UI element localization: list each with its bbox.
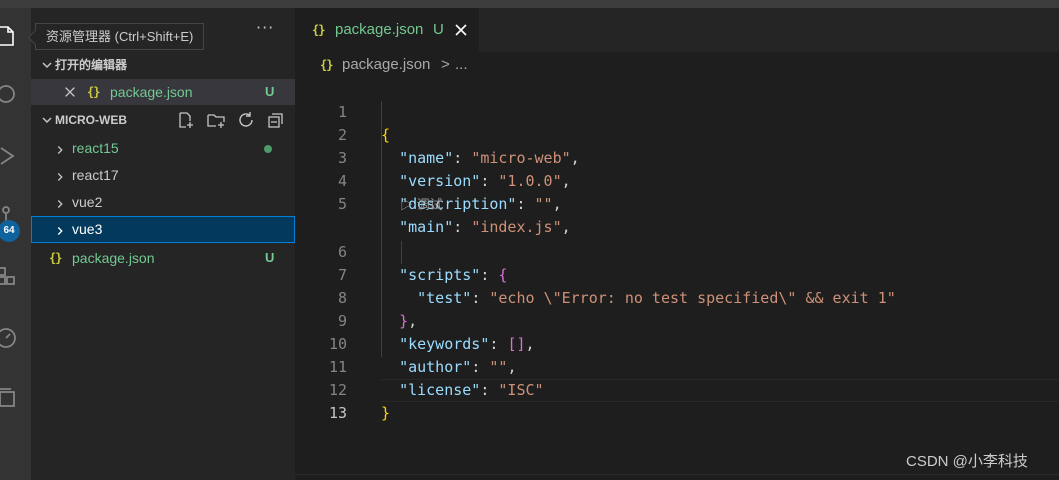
open-editor-label: package.json — [110, 84, 193, 100]
codelens-label: 调试 — [416, 197, 443, 212]
current-line-highlight — [380, 379, 1059, 402]
play-icon: ▷ — [400, 197, 417, 212]
code-line: 2 "name": "micro-web", — [295, 101, 580, 167]
code-line: 10 "author": "", — [295, 310, 517, 376]
open-editors-header[interactable]: 打开的编辑器 — [31, 54, 295, 76]
chevron-down-icon — [39, 112, 55, 128]
code-line: 1 { — [295, 78, 390, 144]
code-line: 12 } — [295, 356, 390, 422]
breadcrumb-separator: > — [441, 56, 450, 73]
modified-dot — [264, 145, 272, 153]
code-line: 13 — [295, 379, 349, 422]
json-file-icon: {} — [312, 23, 325, 37]
editor-area: {} package.json U {} package.json > ... … — [295, 8, 1059, 480]
chevron-right-icon — [53, 221, 67, 237]
untracked-badge: U — [265, 250, 275, 265]
layers-icon[interactable] — [0, 386, 18, 410]
code-line: 4 "description": "", — [295, 147, 562, 213]
source-control-badge: 64 — [0, 220, 20, 242]
json-file-icon: {} — [49, 251, 62, 265]
horizontal-scrollbar[interactable] — [295, 474, 1059, 480]
json-key: "version" — [399, 172, 481, 190]
explorer-tooltip: 资源管理器 (Ctrl+Shift+E) — [35, 23, 205, 50]
untracked-badge: U — [265, 84, 275, 99]
json-value: "1.0.0" — [498, 172, 562, 190]
activity-bar: 64 — [0, 8, 31, 480]
breadcrumb-file[interactable]: package.json — [342, 52, 430, 78]
json-value: "echo \"Error: no test specified\" && ex… — [489, 289, 896, 307]
close-icon[interactable] — [63, 79, 77, 105]
code-line: 3 "version": "1.0.0", — [295, 124, 571, 190]
json-value: "micro-web" — [471, 149, 571, 167]
line-number: 5 — [337, 195, 347, 213]
indent-guide — [401, 241, 402, 264]
debug-codelens[interactable]: ▷ 调试 — [400, 195, 443, 215]
tree-item-react17[interactable]: react17 — [31, 162, 295, 188]
tab-label: package.json — [335, 21, 424, 38]
run-icon[interactable] — [0, 144, 18, 168]
breadcrumb: {} package.json > ... — [295, 52, 1059, 78]
close-icon[interactable] — [453, 22, 469, 38]
title-bar-strip — [0, 0, 1059, 8]
tree-item-package-json[interactable]: {} package.json U — [31, 245, 295, 271]
tree-item-vue2[interactable]: vue2 — [31, 189, 295, 215]
tree-item-label: vue3 — [72, 221, 103, 237]
code-line: 7 "test": "echo \"Error: no test specifi… — [295, 241, 896, 307]
tree-item-label: package.json — [72, 250, 155, 266]
json-key: "scripts" — [399, 266, 481, 284]
json-key: "keywords" — [399, 335, 490, 353]
folder-header[interactable]: MICRO-WEB — [31, 109, 295, 131]
chevron-right-icon — [53, 140, 67, 156]
extensions-icon[interactable] — [0, 264, 18, 288]
tree-item-label: react17 — [72, 167, 119, 183]
line-number: 13 — [328, 404, 347, 422]
tree-item-label: vue2 — [72, 194, 103, 210]
untracked-badge: U — [433, 21, 444, 38]
tab-package-json[interactable]: {} package.json U — [295, 8, 479, 52]
brace: { — [381, 126, 391, 144]
collapse-all-icon[interactable] — [267, 111, 285, 129]
code-line: 6 "scripts": { — [295, 218, 507, 284]
watermark: CSDN @小李科技 — [906, 453, 1028, 470]
json-key: "main" — [399, 218, 454, 236]
remote-explorer-icon[interactable] — [0, 326, 18, 350]
tree-item-react15[interactable]: react15 — [31, 135, 295, 161]
json-value: "" — [489, 358, 508, 376]
json-key: "author" — [399, 358, 472, 376]
explorer-icon[interactable] — [0, 24, 18, 48]
tab-bar: {} package.json U — [295, 8, 1059, 52]
json-file-icon: {} — [87, 85, 100, 99]
open-editors-title: 打开的编辑器 — [55, 58, 128, 72]
search-icon[interactable] — [0, 82, 18, 106]
folder-title: MICRO-WEB — [55, 113, 127, 127]
new-file-icon[interactable] — [177, 111, 195, 129]
json-value: "" — [534, 195, 553, 213]
tree-item-vue3[interactable]: vue3 — [31, 216, 295, 243]
json-value: "index.js" — [471, 218, 562, 236]
code-line: 8 }, — [295, 264, 417, 330]
breadcrumb-symbols[interactable]: ... — [455, 52, 468, 78]
tree-item-label: react15 — [72, 140, 119, 156]
json-file-icon: {} — [320, 58, 333, 72]
chevron-down-icon — [39, 57, 55, 73]
chevron-right-icon — [53, 194, 67, 210]
json-key: "test" — [417, 289, 472, 307]
refresh-icon[interactable] — [237, 111, 255, 129]
explorer-sidebar: ··· 打开的编辑器 {} package.json U MICRO-WEB r… — [31, 8, 295, 480]
more-actions-icon[interactable]: ··· — [256, 18, 274, 37]
json-key: "name" — [399, 149, 454, 167]
code-line: 11 "license": "ISC" — [295, 333, 544, 399]
new-folder-icon[interactable] — [207, 111, 225, 129]
open-editor-item[interactable]: {} package.json U — [31, 79, 295, 105]
code-line: 9 "keywords": [], — [295, 287, 535, 353]
code-line: 5 "main": "index.js", — [295, 170, 571, 236]
chevron-right-icon — [53, 167, 67, 183]
